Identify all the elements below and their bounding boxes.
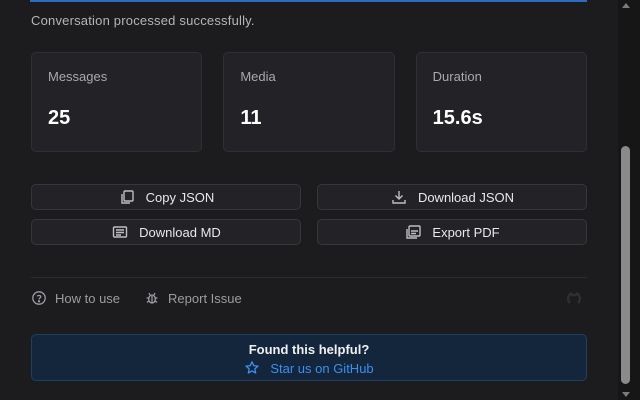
report-issue-label: Report Issue bbox=[168, 290, 242, 306]
stat-label-media: Media bbox=[240, 69, 276, 84]
copy-json-label: Copy JSON bbox=[145, 189, 215, 205]
bug-icon bbox=[144, 290, 160, 306]
how-to-use-label: How to use bbox=[55, 290, 121, 306]
github-icon[interactable] bbox=[565, 289, 583, 307]
star-on-github-link[interactable]: Star us on GitHub bbox=[244, 360, 374, 376]
pdf-icon bbox=[404, 223, 422, 241]
download-json-button[interactable]: Download JSON bbox=[317, 184, 587, 210]
star-icon bbox=[244, 360, 260, 376]
export-pdf-label: Export PDF bbox=[432, 224, 500, 240]
download-md-label: Download MD bbox=[139, 224, 221, 240]
stat-value-media: 11 bbox=[240, 107, 262, 129]
results-panel: Conversation processed successfully. Mes… bbox=[0, 0, 618, 400]
scroll-down-arrow-icon[interactable] bbox=[622, 392, 630, 397]
status-message: Conversation processed successfully. bbox=[31, 13, 255, 28]
stat-value-messages: 25 bbox=[48, 107, 71, 129]
stat-value-duration: 15.6s bbox=[432, 107, 483, 129]
stat-label-duration: Duration bbox=[432, 69, 482, 84]
help-circle-icon bbox=[31, 290, 47, 306]
download-icon bbox=[390, 188, 408, 206]
section-divider bbox=[31, 277, 587, 278]
report-issue-link[interactable]: Report Issue bbox=[144, 290, 242, 306]
stat-card-duration: Duration 15.6s bbox=[415, 52, 587, 152]
how-to-use-link[interactable]: How to use bbox=[31, 290, 120, 306]
helpful-banner: Found this helpful? Star us on GitHub bbox=[31, 334, 587, 381]
scroll-up-arrow-icon[interactable] bbox=[622, 3, 630, 8]
stat-label-messages: Messages bbox=[48, 69, 108, 84]
stat-card-messages: Messages 25 bbox=[31, 52, 203, 152]
document-icon bbox=[111, 223, 129, 241]
download-json-label: Download JSON bbox=[417, 189, 515, 205]
download-md-button[interactable]: Download MD bbox=[31, 219, 301, 245]
action-buttons: Copy JSON Download JSON Download MD Expo… bbox=[31, 184, 587, 245]
vertical-scrollbar[interactable] bbox=[618, 0, 640, 400]
input-area-bottom-border bbox=[30, 0, 587, 2]
footer-links: How to use Report Issue bbox=[31, 289, 587, 307]
stats-row: Messages 25 Media 11 Duration 15.6s bbox=[31, 52, 587, 152]
scrollbar-thumb[interactable] bbox=[621, 146, 630, 384]
export-pdf-button[interactable]: Export PDF bbox=[317, 219, 587, 245]
helpful-title: Found this helpful? bbox=[248, 342, 370, 357]
copy-json-button[interactable]: Copy JSON bbox=[31, 184, 301, 210]
star-on-github-label: Star us on GitHub bbox=[270, 360, 374, 376]
copy-icon bbox=[118, 188, 136, 206]
stat-card-media: Media 11 bbox=[223, 52, 395, 152]
